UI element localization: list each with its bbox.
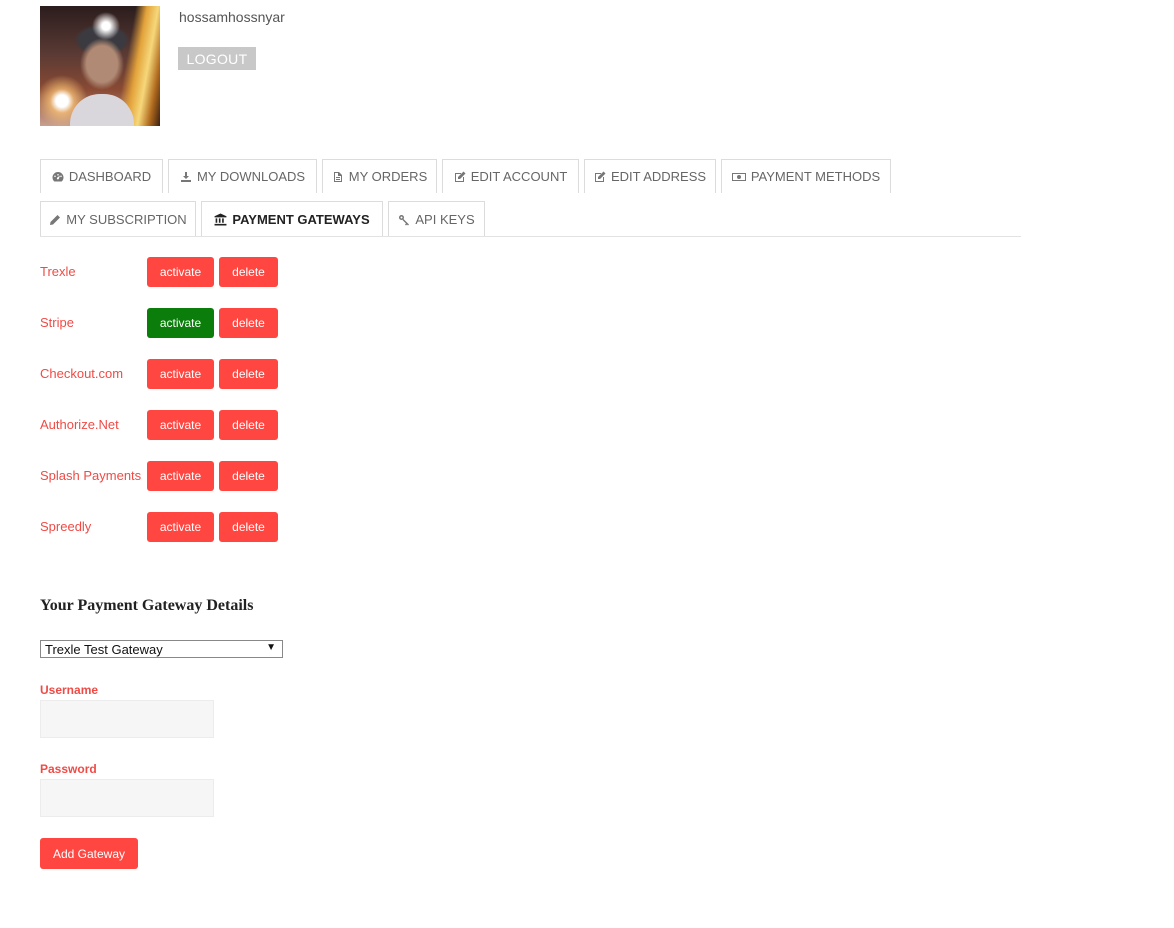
tab-label: API KEYS <box>415 212 475 227</box>
gateway-row-authorize-net: Authorize.Net activate delete <box>40 410 340 440</box>
gateway-name[interactable]: Spreedly <box>40 519 91 534</box>
tab-label: DASHBOARD <box>68 169 152 184</box>
tab-dashboard[interactable]: DASHBOARD <box>40 159 163 193</box>
tab-api-keys[interactable]: API KEYS <box>388 201 485 237</box>
gateway-row-spreedly: Spreedly activate delete <box>40 512 340 542</box>
add-gateway-button[interactable]: Add Gateway <box>40 838 138 869</box>
gateway-name[interactable]: Stripe <box>40 315 74 330</box>
delete-button[interactable]: delete <box>219 410 278 440</box>
gateway-details-title: Your Payment Gateway Details <box>40 597 254 614</box>
gateway-row-splash-payments: Splash Payments activate delete <box>40 461 340 491</box>
activate-button[interactable]: activate <box>147 308 214 338</box>
tab-edit-account[interactable]: EDIT ACCOUNT <box>442 159 579 193</box>
activate-button[interactable]: activate <box>147 410 214 440</box>
delete-button[interactable]: delete <box>219 359 278 389</box>
delete-button[interactable]: delete <box>219 308 278 338</box>
tab-label: MY DOWNLOADS <box>196 169 306 184</box>
tabs-divider <box>40 236 1021 237</box>
password-label: Password <box>40 762 97 776</box>
gateway-row-trexle: Trexle activate delete <box>40 257 340 287</box>
username: hossamhossnyar <box>179 9 285 25</box>
tab-label: MY SUBSCRIPTION <box>66 212 187 227</box>
tab-my-downloads[interactable]: MY DOWNLOADS <box>168 159 317 193</box>
tab-my-orders[interactable]: MY ORDERS <box>322 159 437 193</box>
delete-button[interactable]: delete <box>219 257 278 287</box>
delete-button[interactable]: delete <box>219 461 278 491</box>
tab-payment-methods[interactable]: PAYMENT METHODS <box>721 159 891 193</box>
dashboard-icon <box>52 171 64 181</box>
gateway-name[interactable]: Splash Payments <box>40 468 141 483</box>
gateway-row-checkout: Checkout.com activate delete <box>40 359 340 389</box>
gateway-name[interactable]: Authorize.Net <box>40 417 119 432</box>
gateway-select[interactable]: Trexle Test Gateway ▼ <box>40 640 283 658</box>
tab-edit-address[interactable]: EDIT ADDRESS <box>584 159 716 193</box>
activate-button[interactable]: activate <box>147 512 214 542</box>
selected-gateway: Trexle Test Gateway <box>45 641 163 657</box>
logout-button[interactable]: LOGOUT <box>178 47 256 70</box>
gateway-name[interactable]: Checkout.com <box>40 366 123 381</box>
tab-label: EDIT ADDRESS <box>610 169 707 184</box>
username-field[interactable] <box>40 700 214 738</box>
activate-button[interactable]: activate <box>147 257 214 287</box>
activate-button[interactable]: activate <box>147 461 214 491</box>
delete-button[interactable]: delete <box>219 512 278 542</box>
key-icon <box>399 214 410 225</box>
gateway-name[interactable]: Trexle <box>40 264 76 279</box>
tab-label: EDIT ACCOUNT <box>470 169 568 184</box>
password-field[interactable] <box>40 779 214 817</box>
user-avatar <box>40 6 160 126</box>
avatar-shirt <box>70 94 134 126</box>
money-icon <box>731 172 746 181</box>
tab-label: PAYMENT METHODS <box>750 169 881 184</box>
tab-payment-gateways[interactable]: PAYMENT GATEWAYS <box>201 201 383 237</box>
tab-label: MY ORDERS <box>348 169 428 184</box>
pencil-icon <box>50 214 61 225</box>
tab-my-subscription[interactable]: MY SUBSCRIPTION <box>40 201 196 237</box>
edit-icon <box>594 171 606 182</box>
username-label: Username <box>40 683 99 697</box>
tab-label: PAYMENT GATEWAYS <box>232 212 370 227</box>
dropdown-arrow-icon: ▼ <box>266 642 276 653</box>
bank-icon <box>214 213 227 226</box>
file-icon <box>333 171 342 182</box>
activate-button[interactable]: activate <box>147 359 214 389</box>
gateway-row-stripe: Stripe activate delete <box>40 308 340 338</box>
download-icon <box>180 171 191 182</box>
edit-icon <box>454 171 466 182</box>
